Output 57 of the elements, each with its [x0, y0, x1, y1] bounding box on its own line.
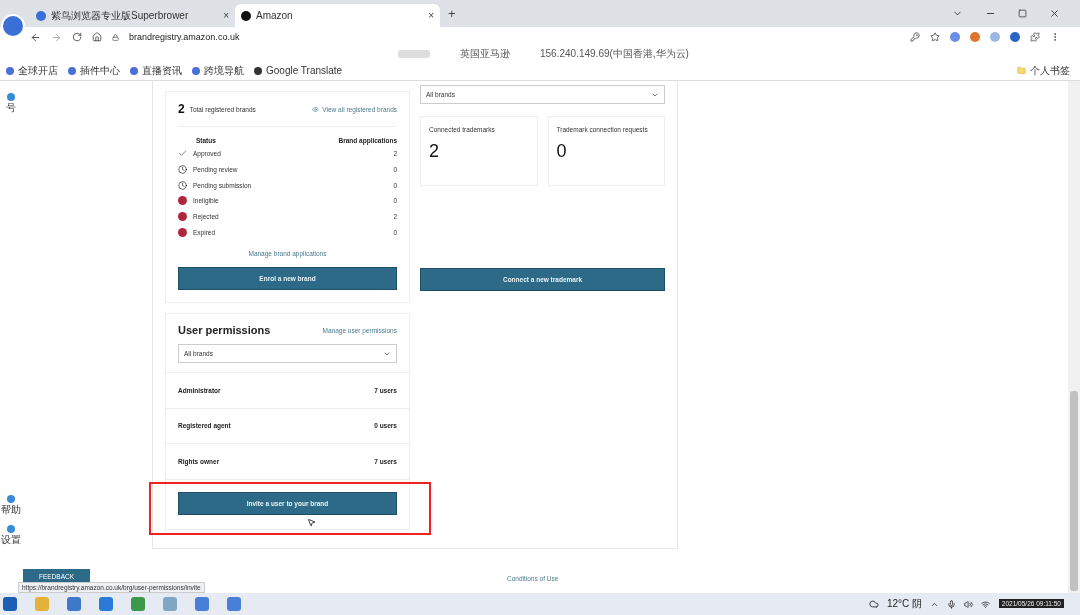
- back-icon[interactable]: [30, 31, 41, 43]
- bookmark-item[interactable]: 全球开店: [6, 63, 58, 78]
- scrollbar[interactable]: [1068, 81, 1080, 593]
- check-icon: [178, 149, 187, 159]
- browser-tab[interactable]: 紫鸟浏览器专业版Superbrower ×: [30, 4, 235, 27]
- brand-count: 2: [178, 102, 185, 116]
- app-icon[interactable]: [99, 597, 113, 611]
- volume-icon[interactable]: [964, 599, 973, 609]
- network-icon[interactable]: [981, 599, 990, 609]
- sidebar-label: 帮助: [1, 503, 21, 517]
- sidebar-icon: [7, 525, 15, 533]
- bookmark-item[interactable]: 直播资讯: [130, 63, 182, 78]
- blurred-account: [398, 50, 430, 58]
- sidebar-label: 号: [6, 101, 16, 115]
- puzzle-icon[interactable]: [1030, 32, 1040, 42]
- restore-icon[interactable]: [1018, 9, 1027, 18]
- forward-icon[interactable]: [51, 31, 62, 43]
- folder-icon: [1017, 66, 1026, 75]
- browser-tab[interactable]: Amazon ×: [235, 4, 440, 27]
- new-tab-button[interactable]: +: [448, 6, 456, 21]
- bookmark-item[interactable]: Google Translate: [254, 65, 343, 76]
- app-icon[interactable]: [195, 597, 209, 611]
- home-icon[interactable]: [92, 32, 102, 42]
- sidebar-icon: [7, 495, 15, 503]
- bookmark-folder[interactable]: 个人书签: [1017, 63, 1070, 78]
- eye-icon: [312, 105, 320, 113]
- tab-close[interactable]: ×: [223, 10, 229, 21]
- app-icon[interactable]: [227, 597, 241, 611]
- pointer-icon: [307, 518, 316, 527]
- browser-logo-icon[interactable]: [1, 14, 25, 38]
- bookmark-star-icon[interactable]: [930, 32, 940, 42]
- tab-close[interactable]: ×: [428, 10, 434, 21]
- close-icon[interactable]: [1049, 8, 1060, 19]
- sidebar-item[interactable]: 设置: [0, 525, 22, 547]
- sidebar-label: 设置: [1, 533, 21, 547]
- lock-icon: [112, 33, 119, 41]
- sidebar-icon: [7, 93, 15, 101]
- start-icon[interactable]: [3, 597, 17, 611]
- address-field[interactable]: brandregistry.amazon.co.uk: [129, 32, 240, 42]
- clock-icon: [178, 180, 187, 190]
- tile-value: 0: [556, 141, 568, 162]
- tile-value: 2: [429, 141, 440, 162]
- bookmark-item[interactable]: 跨境导航: [192, 63, 244, 78]
- sidebar-item[interactable]: 号: [0, 93, 22, 115]
- site-icon: [241, 10, 251, 21]
- site-label: 英国亚马逊: [460, 47, 510, 61]
- app-icon[interactable]: [67, 597, 81, 611]
- sidebar-item[interactable]: 帮助: [0, 495, 22, 517]
- mic-icon[interactable]: [947, 599, 956, 609]
- reload-icon[interactable]: [72, 32, 82, 42]
- cloud-icon: [868, 599, 879, 609]
- permissions-title: User permissions: [178, 324, 271, 337]
- key-icon[interactable]: [910, 32, 920, 42]
- ip-label: 156.240.149.69(中国香港,华为云): [540, 47, 689, 61]
- weather-label: 12°C 阴: [886, 597, 922, 611]
- bookmark-item[interactable]: 插件中心: [68, 63, 120, 78]
- clock-icon: [178, 165, 187, 175]
